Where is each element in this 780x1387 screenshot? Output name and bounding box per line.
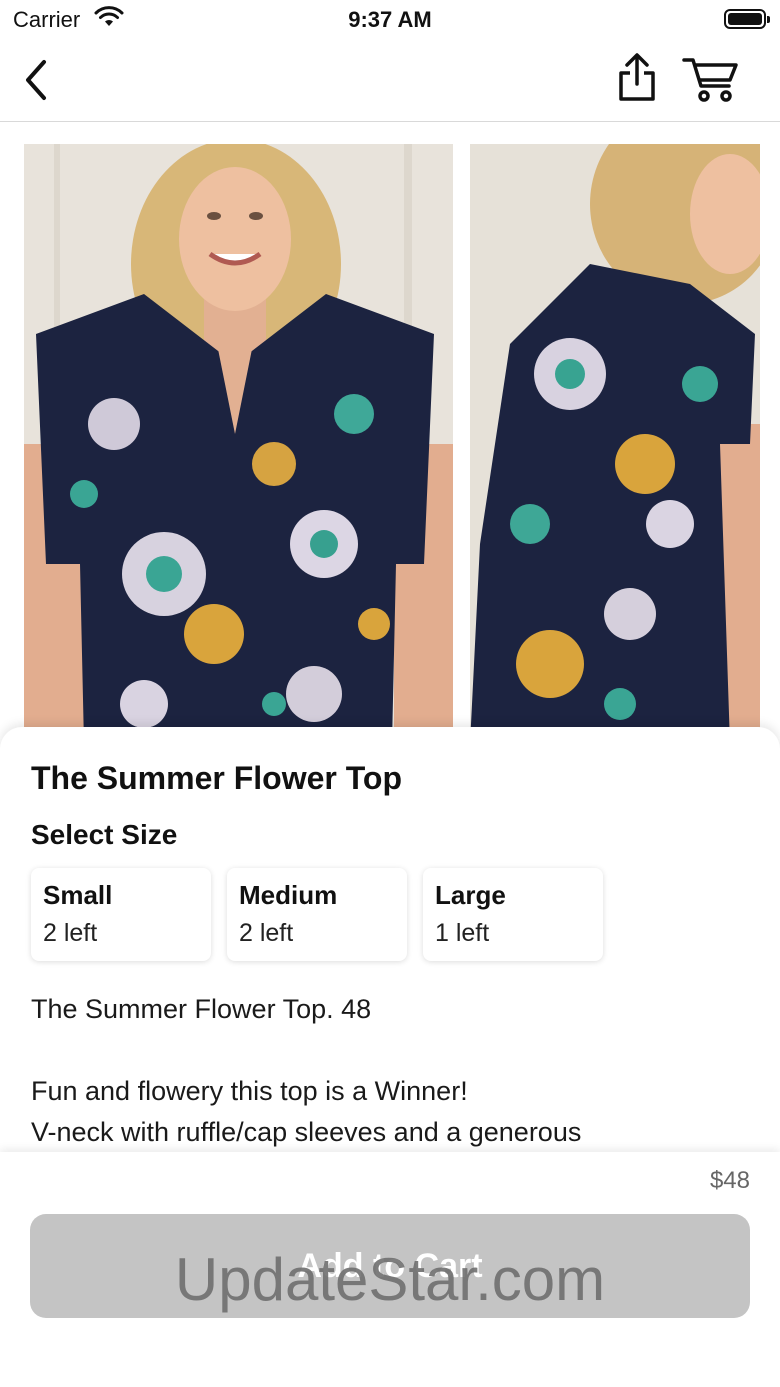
price-label: $48 <box>709 1167 750 1194</box>
size-stock: 2 left <box>239 919 294 947</box>
product-photo-side[interactable] <box>470 144 760 742</box>
size-stock: 1 left <box>435 919 490 947</box>
navigation-bar <box>0 40 780 122</box>
size-option-large[interactable]: Large 1 left <box>423 868 603 961</box>
share-icon <box>619 53 655 101</box>
size-option-small[interactable]: Small 2 left <box>31 868 211 961</box>
cart-icon <box>682 58 738 102</box>
clock: 9:37 AM <box>348 7 432 32</box>
product-image-carousel[interactable] <box>0 122 780 742</box>
product-photo-front[interactable] <box>24 144 453 742</box>
share-button[interactable] <box>612 52 662 104</box>
cart-button[interactable] <box>682 54 740 104</box>
size-name: Large <box>435 880 506 910</box>
product-description: The Summer Flower Top. 48 Fun and flower… <box>31 994 582 1147</box>
status-bar: Carrier 9:37 AM <box>0 0 780 40</box>
add-to-cart-button[interactable]: Add to Cart <box>30 1214 750 1318</box>
select-size-heading: Select Size <box>31 819 178 850</box>
product-title: The Summer Flower Top <box>31 760 402 796</box>
battery-icon <box>724 9 770 29</box>
size-name: Small <box>43 880 113 910</box>
size-option-medium[interactable]: Medium 2 left <box>227 868 407 961</box>
back-button[interactable] <box>20 58 56 102</box>
chevron-left-icon <box>26 60 46 100</box>
purchase-footer: $48 Add to Cart UpdateStar.com <box>0 1152 780 1387</box>
size-name: Medium <box>239 880 338 910</box>
size-stock: 2 left <box>43 919 98 947</box>
